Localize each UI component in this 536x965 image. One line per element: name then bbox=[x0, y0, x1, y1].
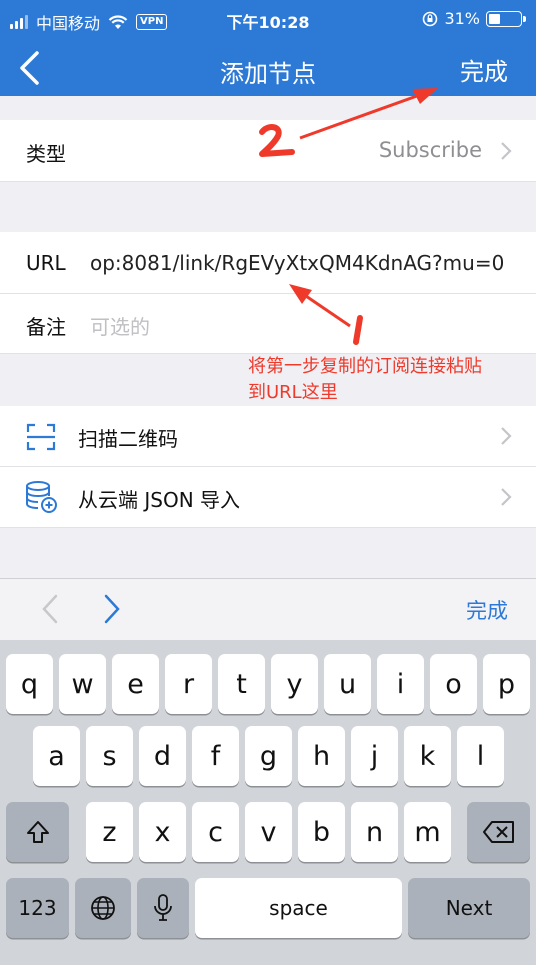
key-i[interactable]: i bbox=[377, 654, 424, 714]
keyboard-accessory-bar: 完成 bbox=[0, 578, 536, 640]
shift-icon bbox=[26, 821, 49, 843]
annotation-marker-2 bbox=[259, 124, 295, 157]
numbers-key[interactable]: 123 bbox=[6, 878, 69, 938]
key-l[interactable]: l bbox=[457, 726, 504, 786]
key-m[interactable]: m bbox=[404, 802, 451, 862]
microphone-icon bbox=[154, 894, 172, 921]
chevron-left-icon[interactable] bbox=[40, 593, 60, 625]
microphone-key[interactable] bbox=[137, 878, 189, 938]
annotation-arrow-1 bbox=[299, 290, 351, 328]
keyboard: q w e r t y u i o p a s d f g h j k l z … bbox=[0, 640, 536, 965]
key-s[interactable]: s bbox=[86, 726, 133, 786]
annotation-arrowhead-2 bbox=[412, 88, 438, 104]
key-t[interactable]: t bbox=[218, 654, 265, 714]
key-v[interactable]: v bbox=[245, 802, 292, 862]
key-o[interactable]: o bbox=[430, 654, 477, 714]
key-j[interactable]: j bbox=[351, 726, 398, 786]
key-b[interactable]: b bbox=[298, 802, 345, 862]
key-a[interactable]: a bbox=[33, 726, 80, 786]
backspace-key[interactable] bbox=[467, 802, 530, 862]
key-k[interactable]: k bbox=[404, 726, 451, 786]
key-g[interactable]: g bbox=[245, 726, 292, 786]
next-key[interactable]: Next bbox=[408, 878, 530, 938]
key-f[interactable]: f bbox=[192, 726, 239, 786]
backspace-icon bbox=[482, 821, 514, 843]
key-e[interactable]: e bbox=[112, 654, 159, 714]
keyboard-done-button[interactable]: 完成 bbox=[466, 595, 508, 625]
chevron-right-icon[interactable] bbox=[102, 593, 122, 625]
key-h[interactable]: h bbox=[298, 726, 345, 786]
key-n[interactable]: n bbox=[351, 802, 398, 862]
globe-key[interactable] bbox=[75, 878, 131, 938]
globe-icon bbox=[91, 896, 115, 920]
annotation-arrowhead-1 bbox=[289, 284, 312, 304]
key-p[interactable]: p bbox=[483, 654, 530, 714]
key-x[interactable]: x bbox=[139, 802, 186, 862]
space-key[interactable]: space bbox=[195, 878, 402, 938]
key-u[interactable]: u bbox=[324, 654, 371, 714]
key-r[interactable]: r bbox=[165, 654, 212, 714]
key-c[interactable]: c bbox=[192, 802, 239, 862]
annotation-marker-1 bbox=[353, 315, 363, 345]
key-q[interactable]: q bbox=[6, 654, 53, 714]
key-d[interactable]: d bbox=[139, 726, 186, 786]
key-z[interactable]: z bbox=[86, 802, 133, 862]
key-y[interactable]: y bbox=[271, 654, 318, 714]
annotation-arrow-2 bbox=[299, 90, 429, 140]
shift-key[interactable] bbox=[6, 802, 69, 862]
key-w[interactable]: w bbox=[59, 654, 106, 714]
